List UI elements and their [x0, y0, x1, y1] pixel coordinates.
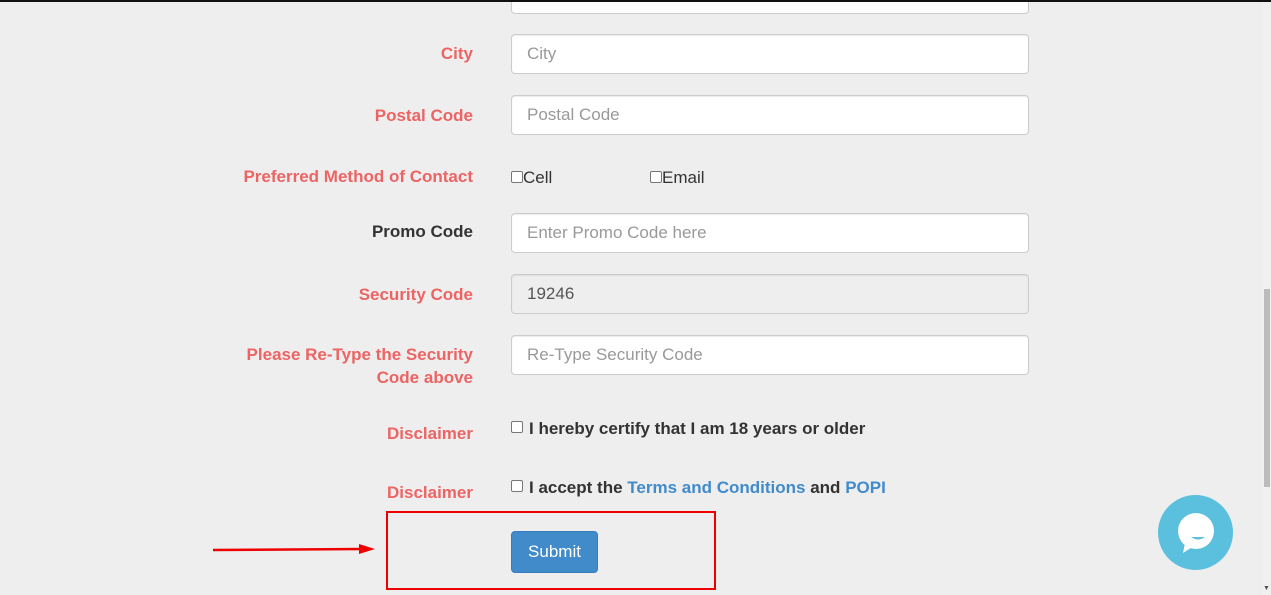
promo-code-row: Promo Code	[0, 213, 1050, 255]
city-input[interactable]	[511, 34, 1029, 74]
city-row: City	[0, 34, 1050, 76]
disclaimer-terms-option[interactable]: I accept the Terms and Conditions and PO…	[511, 478, 886, 498]
annotation-arrow-icon	[213, 544, 375, 554]
cell-option-label: Cell	[523, 168, 553, 187]
email-option-label: Email	[662, 168, 705, 187]
security-code-row: Security Code	[0, 274, 1050, 316]
retype-security-label-line1: Please Re-Type the Security	[246, 345, 473, 364]
popi-link[interactable]: POPI	[845, 478, 886, 497]
disclaimer-terms-label: Disclaimer	[387, 483, 473, 502]
previous-field-input[interactable]	[511, 0, 1029, 14]
disclaimer-age-row: Disclaimer I hereby certify that I am 18…	[0, 417, 1050, 447]
contact-method-row: Preferred Method of Contact Cell Email	[0, 165, 1050, 195]
scroll-down-arrow-icon[interactable]: ▼	[1263, 585, 1270, 592]
promo-code-input[interactable]	[511, 213, 1029, 253]
terms-and-conditions-link[interactable]: Terms and Conditions	[627, 478, 805, 497]
retype-security-label-line2: Code above	[376, 368, 473, 387]
postal-code-row: Postal Code	[0, 95, 1050, 137]
accept-terms-checkbox[interactable]	[511, 480, 523, 492]
promo-code-label: Promo Code	[371, 222, 473, 241]
postal-code-label: Postal Code	[374, 106, 473, 125]
disclaimer-age-label: Disclaimer	[387, 424, 473, 443]
scrollbar-thumb[interactable]	[1264, 289, 1270, 487]
security-code-input	[511, 274, 1029, 314]
window-top-border	[0, 0, 1271, 2]
contact-option-email[interactable]: Email	[650, 168, 705, 188]
postal-code-input[interactable]	[511, 95, 1029, 135]
age-certify-text: I hereby certify that I am 18 years or o…	[529, 419, 866, 438]
disclaimer-terms-row: Disclaimer I accept the Terms and Condit…	[0, 476, 1050, 506]
retype-security-label: Please Re-Type the Security Code above	[247, 343, 473, 389]
disclaimer-age-option[interactable]: I hereby certify that I am 18 years or o…	[511, 419, 865, 439]
accept-terms-and: and	[810, 478, 841, 497]
retype-security-input[interactable]	[511, 335, 1029, 375]
cell-checkbox[interactable]	[511, 171, 523, 183]
registration-form: City Postal Code Preferred Method of Con…	[0, 0, 1262, 595]
annotation-highlight-box	[386, 511, 716, 590]
page-scrollbar[interactable]: ▼	[1262, 0, 1271, 595]
city-label: City	[440, 44, 473, 63]
chat-widget-button[interactable]	[1158, 495, 1233, 570]
chat-bubble-icon	[1178, 513, 1214, 553]
accept-terms-prefix: I accept the	[529, 478, 623, 497]
email-checkbox[interactable]	[650, 171, 662, 183]
contact-method-label: Preferred Method of Contact	[243, 167, 473, 186]
age-certify-checkbox[interactable]	[511, 421, 523, 433]
security-code-label: Security Code	[358, 285, 473, 304]
contact-option-cell[interactable]: Cell	[511, 168, 552, 188]
retype-security-row: Please Re-Type the Security Code above	[0, 335, 1050, 395]
